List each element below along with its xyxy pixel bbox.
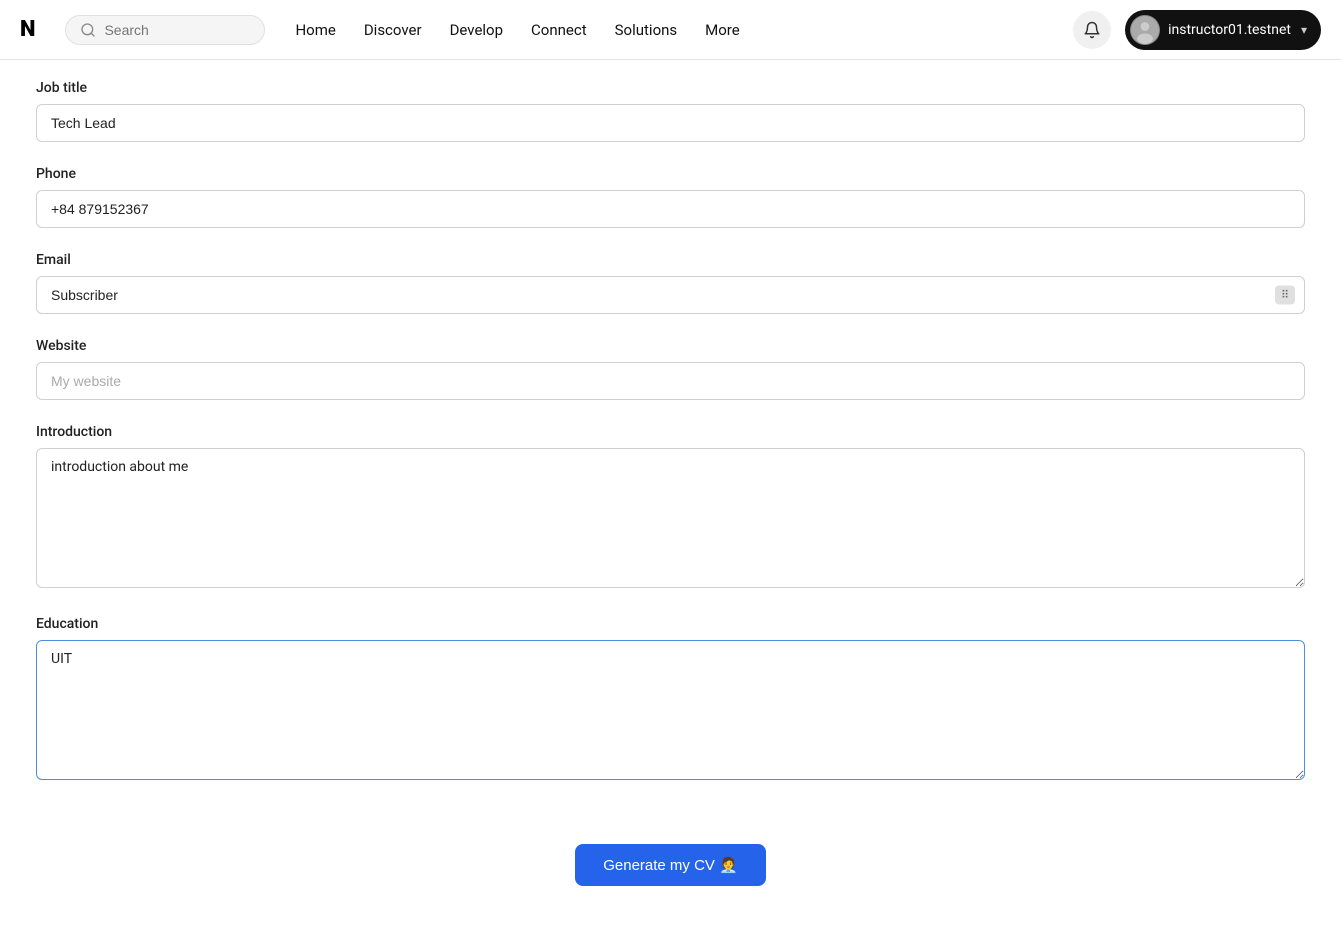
nav-item-develop[interactable]: Develop <box>450 21 503 39</box>
nav-item-home[interactable]: Home <box>295 21 335 39</box>
notification-button[interactable] <box>1073 11 1111 49</box>
username-label: instructor01.testnet <box>1168 22 1291 38</box>
education-label: Education <box>36 616 1305 632</box>
search-input[interactable] <box>104 22 250 38</box>
introduction-section: Introduction <box>36 424 1305 592</box>
introduction-textarea[interactable] <box>36 448 1305 588</box>
email-wrapper: ⠿ <box>36 276 1305 314</box>
navbar: N Home Discover Develop Connect Solution… <box>0 0 1341 60</box>
phone-label: Phone <box>36 166 1305 182</box>
logo: N <box>20 17 35 42</box>
bell-icon <box>1083 21 1101 39</box>
phone-section: Phone <box>36 166 1305 228</box>
search-icon <box>80 22 96 38</box>
education-textarea[interactable] <box>36 640 1305 780</box>
website-section: Website <box>36 338 1305 400</box>
job-title-input[interactable] <box>36 104 1305 142</box>
phone-input[interactable] <box>36 190 1305 228</box>
email-label: Email <box>36 252 1305 268</box>
nav-item-solutions[interactable]: Solutions <box>615 21 678 39</box>
generate-cv-button[interactable]: Generate my CV 🧑‍💼 <box>575 844 766 886</box>
website-label: Website <box>36 338 1305 354</box>
search-bar[interactable] <box>65 15 265 45</box>
email-input[interactable] <box>36 276 1305 314</box>
avatar <box>1130 15 1160 45</box>
user-profile-button[interactable]: instructor01.testnet ▾ <box>1125 10 1321 50</box>
nav-item-more[interactable]: More <box>705 21 740 39</box>
education-section: Education <box>36 616 1305 784</box>
job-title-section: Job title <box>36 80 1305 142</box>
introduction-label: Introduction <box>36 424 1305 440</box>
navbar-right: instructor01.testnet ▾ <box>1073 10 1321 50</box>
email-options-button[interactable]: ⠿ <box>1275 286 1295 305</box>
nav-item-discover[interactable]: Discover <box>364 21 422 39</box>
job-title-label: Job title <box>36 80 1305 96</box>
nav-item-connect[interactable]: Connect <box>531 21 587 39</box>
website-input[interactable] <box>36 362 1305 400</box>
dots-icon: ⠿ <box>1281 289 1289 302</box>
generate-btn-wrapper: Generate my CV 🧑‍💼 <box>36 814 1305 886</box>
chevron-down-icon: ▾ <box>1301 23 1307 37</box>
main-content: Job title Phone Email ⠿ Website Introduc… <box>0 60 1341 926</box>
main-nav: Home Discover Develop Connect Solutions … <box>295 21 739 39</box>
email-section: Email ⠿ <box>36 252 1305 314</box>
